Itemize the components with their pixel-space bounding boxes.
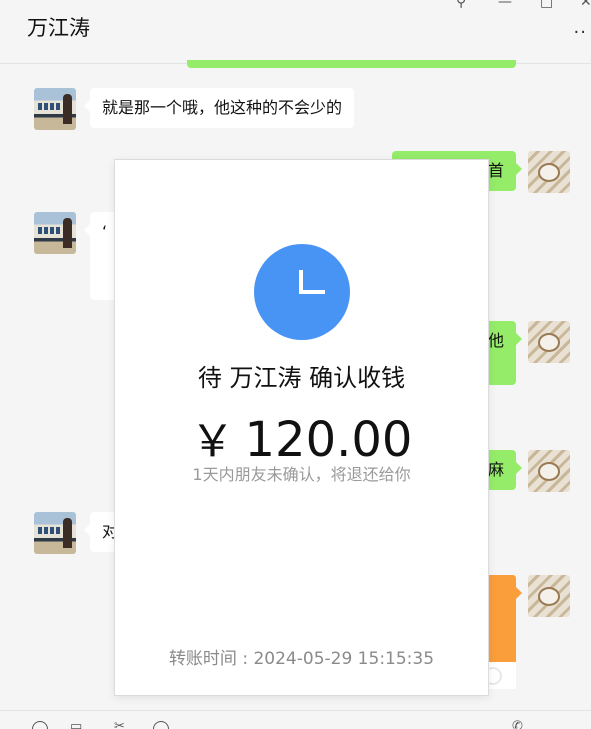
- amount-value: 120.00: [244, 412, 413, 468]
- chat-title: 万江涛: [27, 16, 90, 40]
- my-avatar[interactable]: [528, 151, 570, 193]
- chat-header: 万江涛 ⚲ — □ ✕ ··: [0, 0, 591, 64]
- previous-sent-bubble: [187, 60, 516, 68]
- contact-avatar[interactable]: [34, 88, 76, 130]
- transfer-status: 待 万江涛 确认收钱: [115, 358, 488, 393]
- contact-avatar[interactable]: [34, 212, 76, 254]
- transfer-time: 转账时间 : 2024-05-29 15:15:35: [115, 644, 488, 669]
- emoji-icon[interactable]: [32, 721, 48, 729]
- input-toolbar: ▭ ✂ ✆: [0, 710, 591, 729]
- status-prefix: 待: [197, 364, 222, 392]
- refund-note: 1天内朋友未确认，将退还给你: [192, 465, 411, 484]
- phone-icon[interactable]: ✆: [512, 719, 523, 729]
- transfer-amount: ￥ 120.00: [115, 405, 488, 469]
- my-avatar[interactable]: [528, 450, 570, 492]
- clock-icon: [254, 244, 350, 340]
- close-icon[interactable]: ✕: [580, 0, 591, 10]
- received-message[interactable]: 就是那一个哦，他这种的不会少的: [83, 88, 355, 128]
- recipient-name: 万江涛: [229, 364, 302, 392]
- more-options-icon[interactable]: ··: [574, 22, 587, 43]
- screenshot-icon[interactable]: [153, 721, 169, 729]
- status-suffix: 确认收钱: [309, 364, 406, 392]
- transfer-time-value: 2024-05-29 15:15:35: [253, 649, 435, 669]
- minimize-icon[interactable]: —: [498, 0, 512, 10]
- pin-icon[interactable]: ⚲: [456, 0, 466, 10]
- folder-icon[interactable]: ▭: [70, 719, 82, 729]
- scissors-icon[interactable]: ✂: [114, 719, 125, 729]
- transfer-time-label: 转账时间 :: [168, 649, 249, 669]
- maximize-icon[interactable]: □: [540, 0, 553, 10]
- my-avatar[interactable]: [528, 575, 570, 617]
- currency-symbol: ￥: [190, 416, 235, 467]
- transfer-detail-modal: 待 万江涛 确认收钱 ￥ 120.00 1天内朋友未确认，将退还给你 转账时间 :…: [114, 159, 489, 696]
- my-avatar[interactable]: [528, 321, 570, 363]
- contact-avatar[interactable]: [34, 512, 76, 554]
